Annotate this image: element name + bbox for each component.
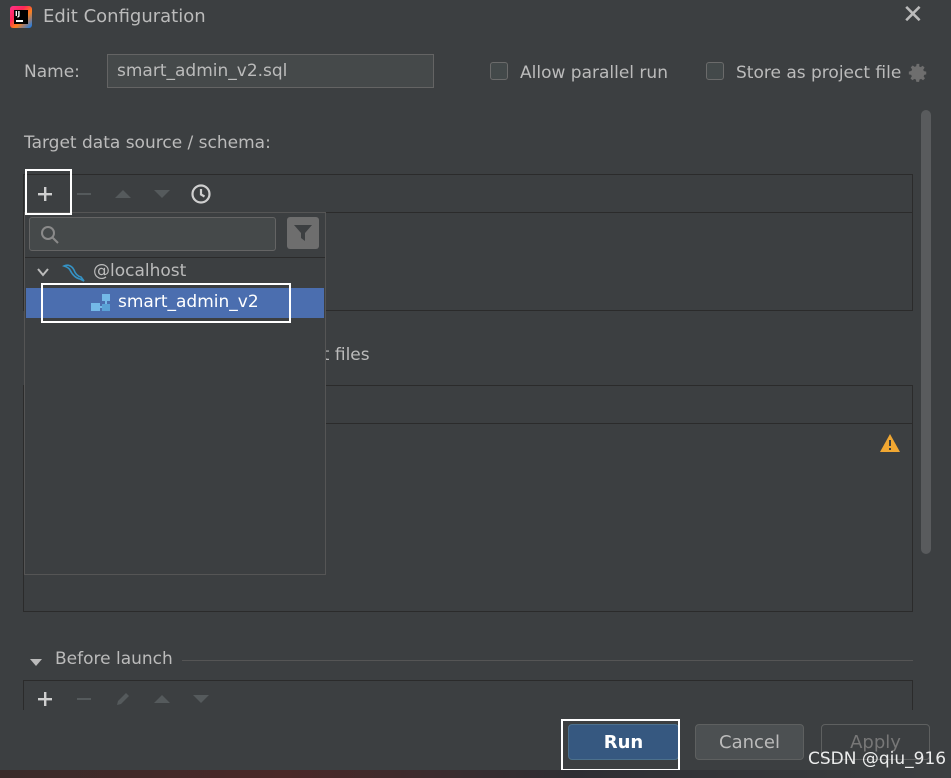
search-icon bbox=[40, 225, 60, 250]
store-as-project-file-checkbox[interactable] bbox=[706, 62, 724, 80]
warning-icon bbox=[879, 433, 901, 458]
chevron-down-icon[interactable] bbox=[36, 264, 50, 284]
window-title: Edit Configuration bbox=[43, 6, 206, 27]
move-down-icon[interactable] bbox=[150, 182, 174, 206]
move-task-down-icon[interactable] bbox=[189, 687, 213, 711]
allow-parallel-run-checkbox[interactable] bbox=[490, 62, 508, 80]
search-input[interactable] bbox=[29, 217, 276, 251]
intellij-app-icon: IJ bbox=[10, 6, 32, 28]
highlight-add-button bbox=[25, 169, 72, 215]
history-clock-icon[interactable] bbox=[189, 182, 213, 206]
before-launch-panel bbox=[23, 680, 913, 710]
remove-icon[interactable] bbox=[72, 182, 96, 206]
store-as-project-file-label[interactable]: Store as project file bbox=[736, 63, 901, 83]
add-task-icon[interactable] bbox=[33, 687, 57, 711]
collapse-triangle-icon[interactable] bbox=[29, 654, 43, 674]
gear-icon[interactable] bbox=[907, 62, 929, 89]
highlight-schema-item bbox=[41, 283, 291, 323]
edit-pencil-icon[interactable] bbox=[111, 687, 135, 711]
allow-parallel-run-label[interactable]: Allow parallel run bbox=[520, 63, 668, 83]
move-up-icon[interactable] bbox=[111, 182, 135, 206]
tree-item-localhost[interactable]: @localhost bbox=[93, 261, 186, 281]
before-launch-label[interactable]: Before launch bbox=[55, 649, 173, 669]
cancel-button[interactable]: Cancel bbox=[695, 724, 804, 760]
title-bar: IJ Edit Configuration ✕ bbox=[0, 0, 951, 34]
vertical-scrollbar[interactable] bbox=[921, 110, 931, 554]
remove-task-icon[interactable] bbox=[72, 687, 96, 711]
watermark: CSDN @qiu_916 bbox=[808, 749, 947, 769]
target-data-source-label: Target data source / schema: bbox=[24, 133, 271, 153]
move-task-up-icon[interactable] bbox=[150, 687, 174, 711]
highlight-run-button bbox=[561, 719, 680, 771]
name-input[interactable]: smart_admin_v2.sql bbox=[107, 54, 434, 88]
name-label: Name: bbox=[24, 62, 80, 82]
background-strip bbox=[0, 770, 951, 778]
close-icon[interactable]: ✕ bbox=[902, 2, 924, 28]
filter-icon[interactable] bbox=[287, 217, 319, 249]
